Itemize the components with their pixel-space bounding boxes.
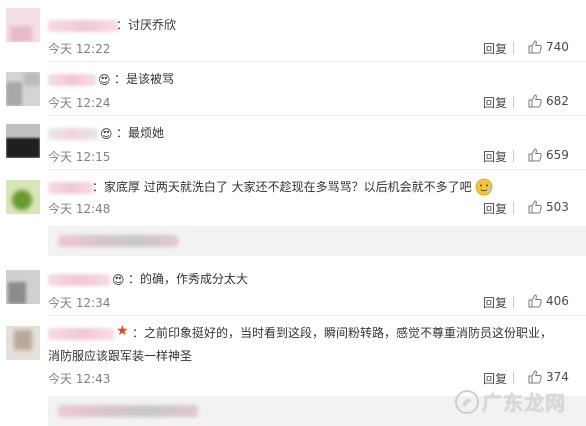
like-count: 740 (546, 40, 569, 54)
thumbs-up-icon (528, 94, 542, 108)
like-button[interactable]: 374 (528, 370, 569, 384)
reply-button[interactable]: 回复 (483, 94, 507, 111)
comment-text: ：是该被骂 (114, 72, 175, 86)
comment-time: 今天 12:34 (48, 296, 111, 310)
reply-button[interactable]: 回复 (483, 200, 507, 217)
comment-time: 今天 12:48 (48, 202, 111, 216)
username[interactable] (48, 20, 118, 32)
thumbs-up-icon (528, 40, 542, 54)
like-button[interactable]: 503 (528, 200, 569, 214)
avatar[interactable] (6, 124, 40, 158)
vip-badge-icon: 😍 (100, 127, 113, 141)
vip-badge-icon: 😍 (98, 73, 111, 87)
comment-time: 今天 12:43 (48, 372, 111, 386)
comment-item: ：讨厌乔欣 今天 12:22 回复 740 (0, 0, 586, 62)
like-count: 374 (546, 370, 569, 384)
thumbs-up-icon (528, 148, 542, 162)
avatar[interactable] (6, 180, 40, 214)
reply-button[interactable]: 回复 (483, 40, 507, 57)
like-button[interactable]: 740 (528, 40, 569, 54)
comment-time: 今天 12:15 (48, 150, 111, 164)
separator (513, 202, 514, 214)
comment-text: ：的确，作秀成分太大 (128, 272, 249, 286)
like-button[interactable]: 659 (528, 148, 569, 162)
thumbs-up-icon (528, 200, 542, 214)
sub-reply-box[interactable] (48, 226, 586, 256)
separator (513, 372, 514, 384)
thumbs-up-icon (528, 294, 542, 308)
avatar[interactable] (6, 270, 40, 304)
separator (513, 150, 514, 162)
comment-item: 😍 ：最烦她 今天 12:15 回复 659 (0, 116, 586, 170)
comment-text: ：讨厌乔欣 (116, 18, 177, 32)
reply-button[interactable]: 回复 (483, 294, 507, 311)
reply-button[interactable]: 回复 (483, 148, 507, 165)
sub-reply-preview (58, 405, 198, 417)
watermark: 广东龙网 (454, 387, 566, 416)
separator (513, 96, 514, 108)
comment-item: 😍 ：是该被骂 今天 12:24 回复 682 (0, 62, 586, 116)
comment-text: ：最烦她 (116, 126, 165, 140)
watermark-logo-icon (455, 389, 479, 414)
sub-reply-preview (58, 235, 178, 247)
vip-badge-icon: 😍 (112, 273, 125, 287)
comment-item: ：家底厚 过两天就洗白了 大家还不趁现在多骂骂？以后机会就不多了吧 今天 12:… (0, 170, 586, 264)
avatar[interactable] (6, 72, 40, 106)
avatar[interactable] (6, 8, 40, 42)
comment-item: 😍 ：的确，作秀成分太大 今天 12:34 回复 406 (0, 264, 586, 316)
like-count: 659 (546, 148, 569, 162)
comment-time: 今天 12:22 (48, 42, 111, 56)
separator (513, 296, 514, 308)
username[interactable] (48, 128, 98, 140)
username[interactable] (48, 74, 96, 86)
like-count: 406 (546, 294, 569, 308)
like-button[interactable]: 682 (528, 94, 569, 108)
comment-time: 今天 12:24 (48, 96, 111, 110)
comment-text: ：之前印象挺好的，当时看到这段，瞬间粉转路，感觉不尊重消防员这份职业，消防服应该… (48, 326, 553, 363)
smiley-emoji-icon (475, 178, 493, 196)
thumbs-up-icon (528, 370, 542, 384)
avatar[interactable] (6, 326, 40, 360)
separator (513, 42, 514, 54)
watermark-text: 广东龙网 (482, 391, 566, 415)
like-count: 682 (546, 94, 569, 108)
comment-text: ：家底厚 过两天就洗白了 大家还不趁现在多骂骂？以后机会就不多了吧 (92, 180, 472, 194)
like-button[interactable]: 406 (528, 294, 569, 308)
username[interactable] (48, 274, 110, 286)
username[interactable] (48, 182, 94, 194)
reply-button[interactable]: 回复 (483, 370, 507, 387)
like-count: 503 (546, 200, 569, 214)
